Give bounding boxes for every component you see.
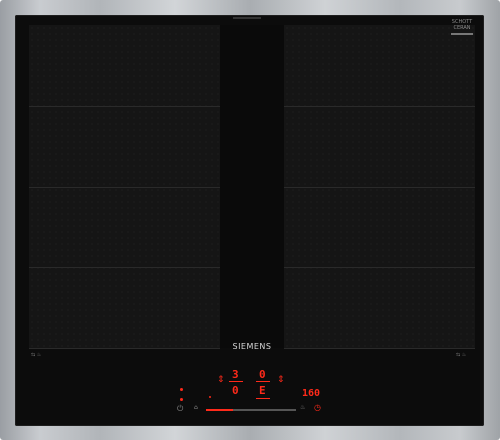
indicator-dot [209,396,211,398]
zone-divider [284,187,475,188]
power-slider-fill [206,409,233,411]
power-icon[interactable]: ⏻ [177,405,183,413]
top-marker [233,17,261,19]
left-zone-level[interactable]: 3 [232,369,239,380]
center-strip [220,25,284,348]
zone-divider [29,267,220,268]
zone-underline [256,381,270,382]
zone-divider [284,267,475,268]
zone-divider [284,106,475,107]
up-down-arrow-icon[interactable]: ⇕ [277,376,285,385]
power-slider[interactable] [206,409,296,411]
zone-underline [256,398,270,399]
right-zone-sub[interactable]: E [259,385,266,396]
zone-underline [229,381,243,382]
brand-logo: SIEMENS [232,342,272,351]
zone-divider [29,187,220,188]
indicator-dot [180,388,183,391]
timer-display: 160 [302,388,321,399]
glass-maker-sub: CERAN [453,25,471,31]
right-zone-level[interactable]: 0 [259,369,266,380]
glass-maker-bar [451,33,473,35]
up-down-arrow-icon[interactable]: ⇕ [217,376,225,385]
flex-zone-icon: ⇆ ♨ [31,352,42,358]
left-zone-sub[interactable]: 0 [232,385,239,396]
clock-icon[interactable]: ◷ [314,404,321,412]
flex-zone-icon: ⇆ ♨ [456,352,467,358]
zone-divider [284,348,475,349]
glass-maker-logo: SCHOTT CERAN [448,19,476,31]
zone-divider [29,348,220,349]
zone-divider [29,106,220,107]
lock-icon[interactable]: ⌂ [194,405,198,411]
timer-icon[interactable]: ♨ [300,405,305,411]
indicator-dot [180,398,183,401]
